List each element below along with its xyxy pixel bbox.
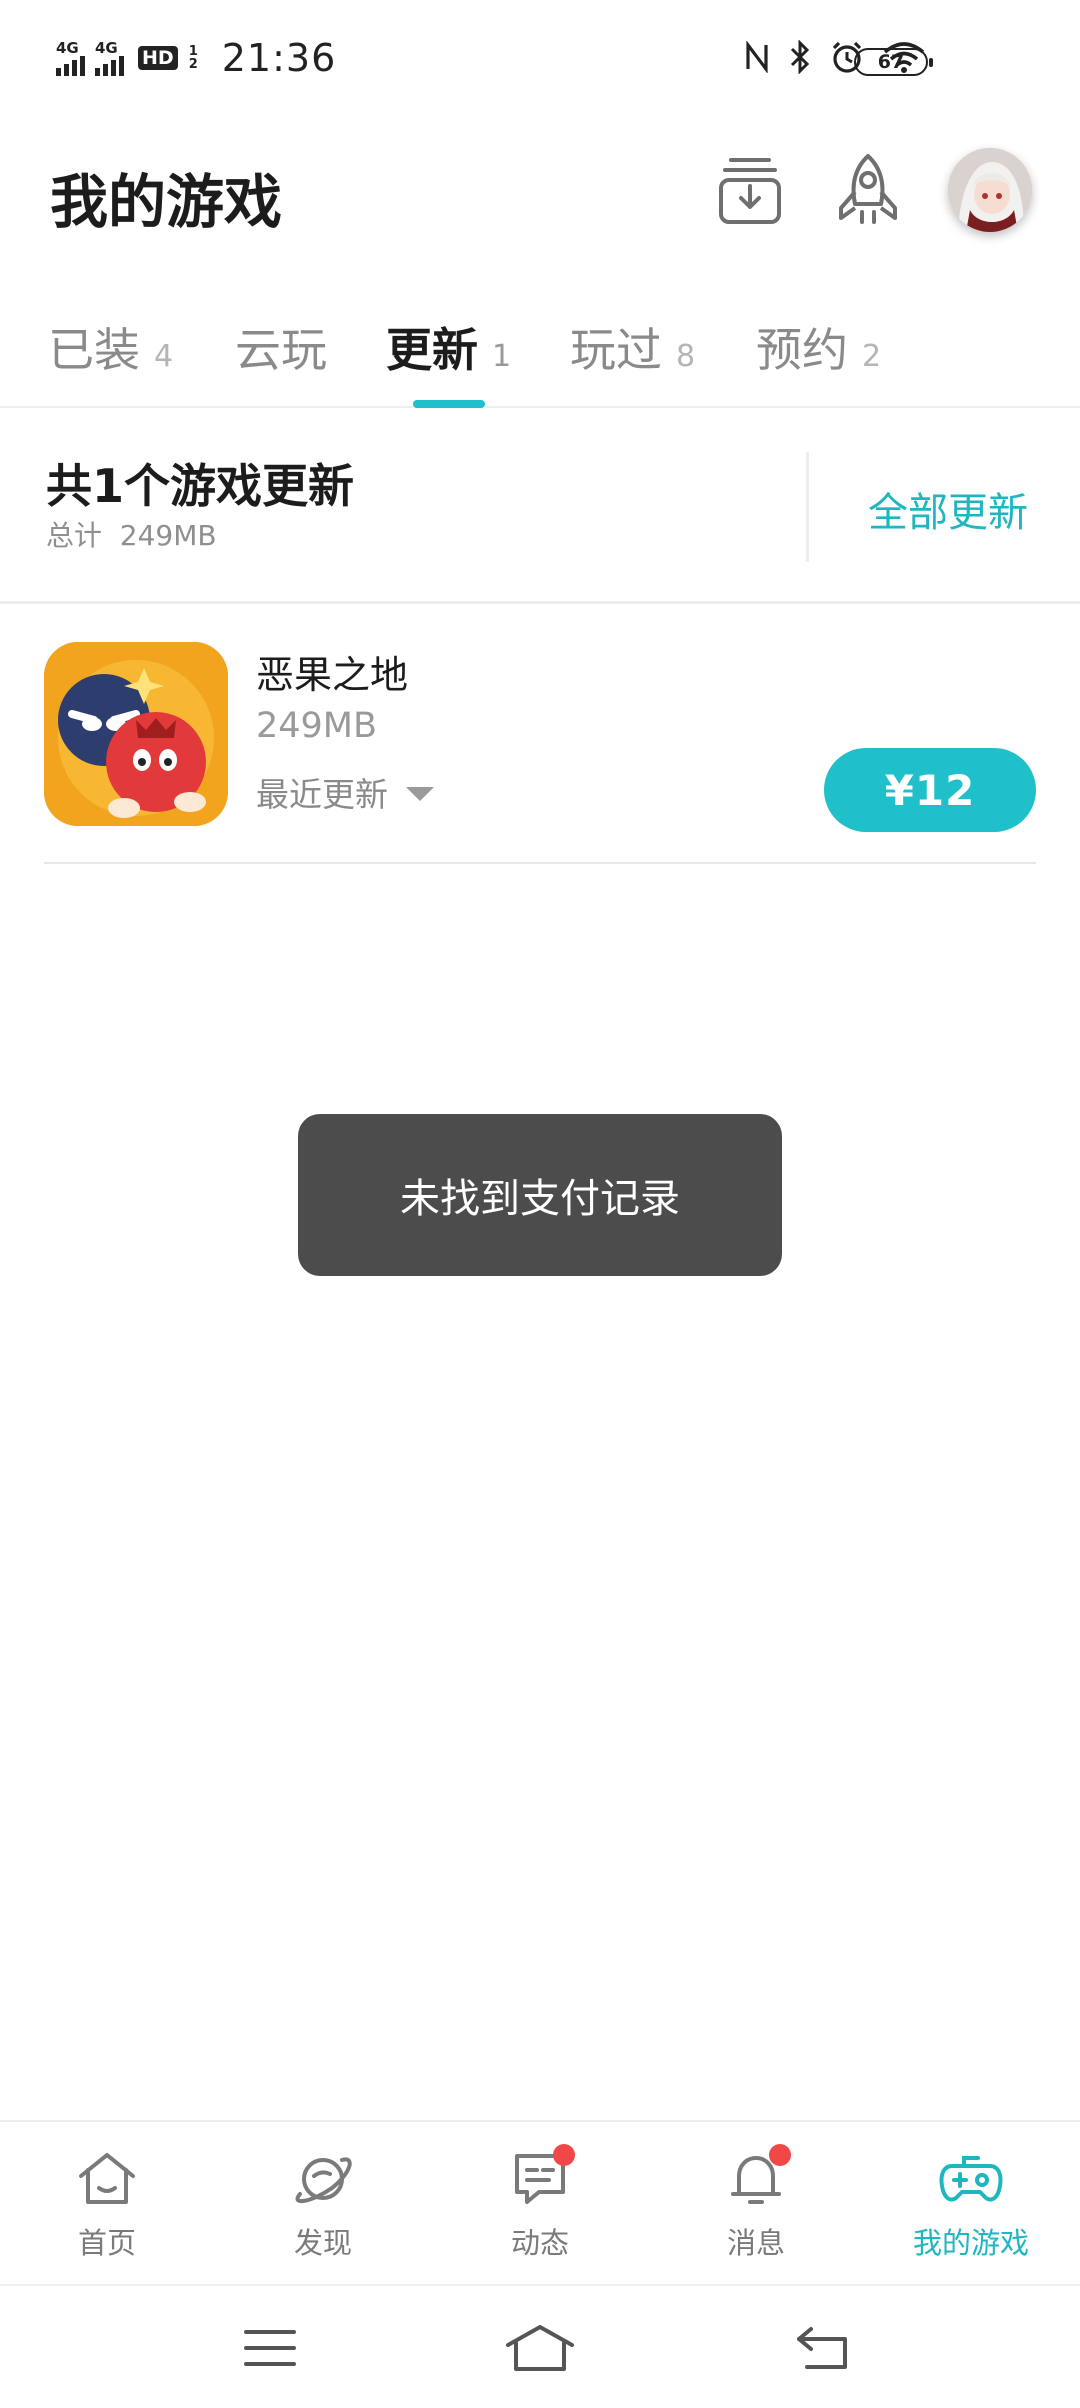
menu-button[interactable] bbox=[230, 2316, 310, 2380]
tab-count: 2 bbox=[862, 339, 882, 374]
summary-divider bbox=[806, 452, 809, 562]
network-type-2: 4G bbox=[95, 38, 118, 57]
tab-count: 4 bbox=[154, 339, 174, 374]
summary-total-size: 总计 249MB bbox=[46, 519, 217, 552]
update-all-button[interactable]: 全部更新 bbox=[868, 480, 1028, 538]
tab-cloud-play[interactable]: 云玩 bbox=[235, 314, 327, 380]
nav-discover[interactable]: 发现 bbox=[248, 2146, 398, 2262]
signal-bars-icon bbox=[56, 55, 85, 76]
nav-label: 首页 bbox=[77, 2226, 136, 2260]
notification-badge bbox=[769, 2144, 791, 2166]
nav-home[interactable]: 首页 bbox=[32, 2146, 182, 2262]
status-bar: 4G 4G HD 12 21:36 67 bbox=[0, 0, 1080, 120]
game-size: 249MB bbox=[256, 706, 378, 746]
status-left: 4G 4G HD 12 21:36 bbox=[56, 36, 336, 80]
signal-2: 4G bbox=[95, 38, 124, 76]
toast-message: 未找到支付记录 bbox=[298, 1114, 782, 1276]
signal-1: 4G bbox=[56, 38, 85, 76]
update-summary: 共1个游戏更新 总计 249MB 全部更新 bbox=[0, 410, 1080, 604]
avatar[interactable] bbox=[948, 148, 1032, 232]
system-nav-bar bbox=[0, 2284, 1080, 2408]
download-manager-icon bbox=[719, 158, 781, 224]
home-button[interactable] bbox=[500, 2316, 580, 2380]
home-outline-icon bbox=[506, 2325, 574, 2371]
rocket-button[interactable] bbox=[828, 150, 908, 230]
tab-installed[interactable]: 已装 4 bbox=[48, 314, 173, 380]
back-button[interactable] bbox=[784, 2316, 864, 2380]
nav-label: 我的游戏 bbox=[912, 2226, 1029, 2260]
update-notes-label: 最近更新 bbox=[256, 775, 388, 814]
hd-sub: 12 bbox=[189, 45, 198, 71]
tab-count: 1 bbox=[492, 339, 512, 374]
tab-reserved[interactable]: 预约 2 bbox=[756, 314, 881, 380]
nav-label: 消息 bbox=[726, 2226, 785, 2260]
update-notes-toggle[interactable]: 最近更新 bbox=[256, 768, 434, 816]
page-title: 我的游戏 bbox=[50, 168, 283, 236]
summary-title: 共1个游戏更新 bbox=[46, 459, 355, 513]
nfc-icon bbox=[746, 41, 768, 73]
tab-label: 玩过 bbox=[570, 323, 662, 377]
battery-icon: 67 bbox=[854, 48, 933, 76]
planet-icon bbox=[295, 2157, 352, 2204]
nav-label: 动态 bbox=[510, 2226, 569, 2260]
status-time: 21:36 bbox=[221, 36, 337, 80]
network-type-1: 4G bbox=[56, 38, 79, 57]
battery-level: 67 bbox=[877, 51, 905, 73]
tab-bar: 已装 4 云玩 更新 1 玩过 8 预约 2 bbox=[0, 300, 1080, 408]
price-button[interactable]: ¥12 bbox=[824, 748, 1036, 832]
gamepad-icon bbox=[939, 2156, 1003, 2202]
game-list-item[interactable]: 恶果之地 249MB 最近更新 ¥12 bbox=[44, 638, 1036, 864]
hd-sub-2: 2 bbox=[188, 57, 198, 72]
rocket-icon bbox=[839, 154, 897, 224]
nav-label: 发现 bbox=[293, 2226, 352, 2260]
nav-my-games[interactable]: 我的游戏 bbox=[896, 2146, 1046, 2262]
nav-feed[interactable]: 动态 bbox=[465, 2144, 615, 2262]
download-manager-button[interactable] bbox=[710, 150, 790, 230]
game-name: 恶果之地 bbox=[256, 653, 409, 697]
tab-active-indicator bbox=[413, 400, 485, 408]
hd-badge: HD bbox=[138, 46, 178, 70]
tab-label: 预约 bbox=[756, 323, 848, 377]
home-icon bbox=[79, 2153, 135, 2204]
game-app-icon[interactable] bbox=[44, 642, 228, 826]
nav-messages[interactable]: 消息 bbox=[681, 2144, 831, 2262]
tab-label: 更新 bbox=[386, 323, 478, 377]
signal-bars-icon bbox=[95, 55, 124, 76]
tab-count: 8 bbox=[676, 339, 696, 374]
tab-played[interactable]: 玩过 8 bbox=[570, 314, 695, 380]
tab-label: 云玩 bbox=[235, 323, 327, 377]
menu-icon bbox=[244, 2330, 296, 2366]
tab-label: 已装 bbox=[48, 323, 140, 377]
caret-down-icon bbox=[406, 787, 434, 801]
back-icon bbox=[797, 2327, 847, 2369]
notification-badge bbox=[553, 2144, 575, 2166]
tab-updates[interactable]: 更新 1 bbox=[386, 314, 511, 380]
bluetooth-icon bbox=[790, 40, 810, 74]
bottom-nav: 首页 发现 动态 消息 我的游戏 bbox=[0, 2120, 1080, 2282]
